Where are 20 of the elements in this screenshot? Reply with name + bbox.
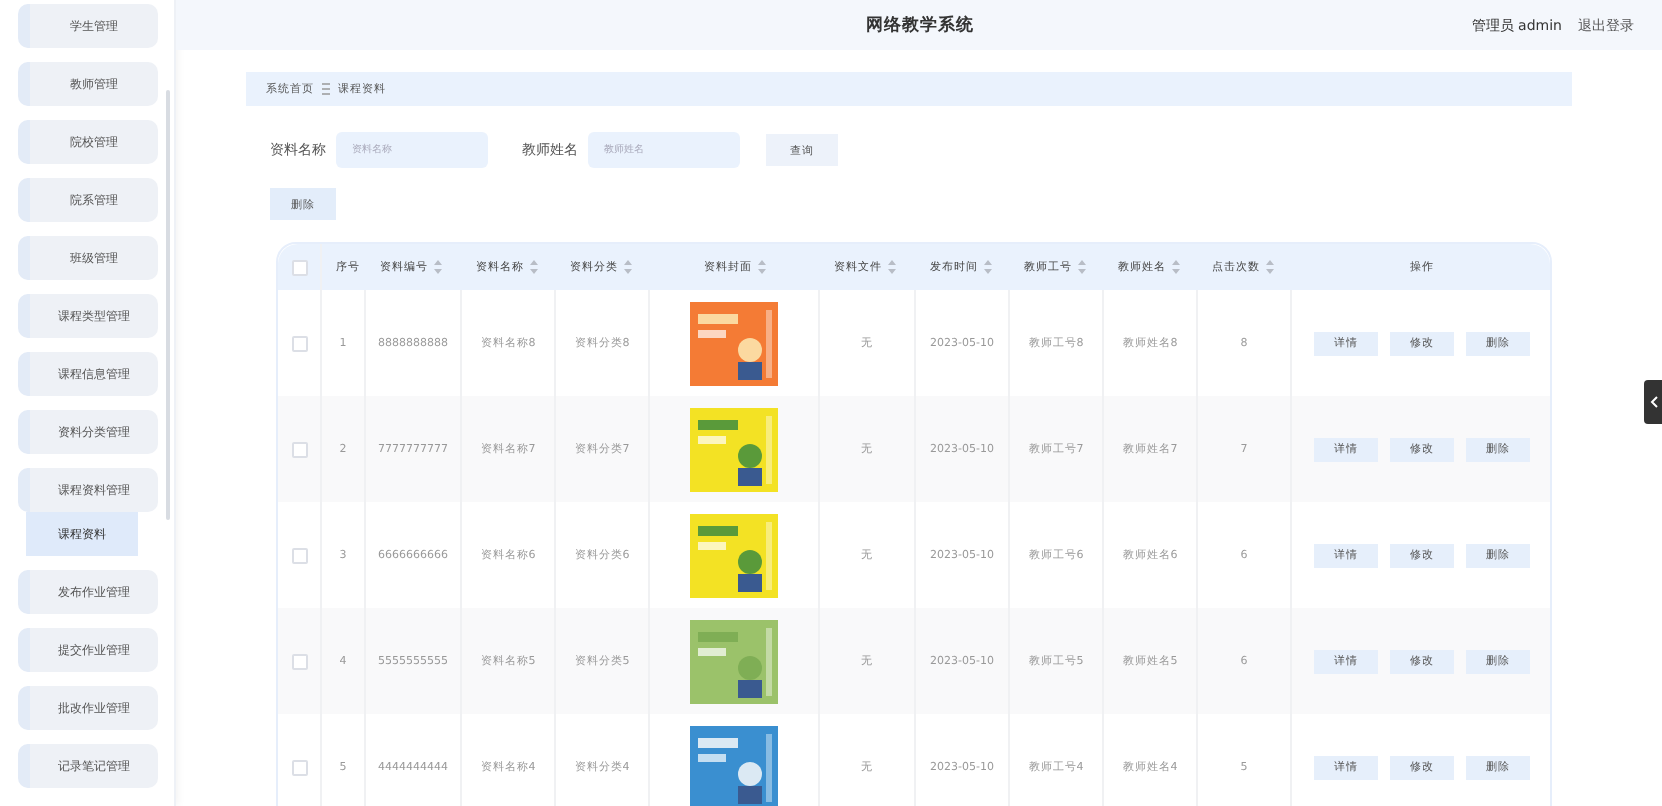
sort-icon[interactable] [434,260,442,274]
checkbox[interactable] [291,259,307,275]
sort-icon[interactable] [888,260,896,274]
chevron-left-icon [1649,396,1657,408]
sort-icon[interactable] [758,260,766,274]
app-title: 网络教学系统 [866,13,974,37]
collapse-handle[interactable] [1644,380,1662,424]
separator-icon [322,82,330,96]
sort-icon[interactable] [624,260,632,274]
sort-icon[interactable] [984,260,992,274]
sort-icon[interactable] [1266,260,1274,274]
checkbox[interactable] [291,653,307,669]
sort-icon[interactable] [1172,260,1180,274]
checkbox[interactable] [291,441,307,457]
sort-icon[interactable] [1078,260,1086,274]
checkbox[interactable] [291,547,307,563]
checkbox[interactable] [291,759,307,775]
scrollbar[interactable] [166,90,170,520]
sort-icon[interactable] [530,260,538,274]
checkbox[interactable] [291,335,307,351]
